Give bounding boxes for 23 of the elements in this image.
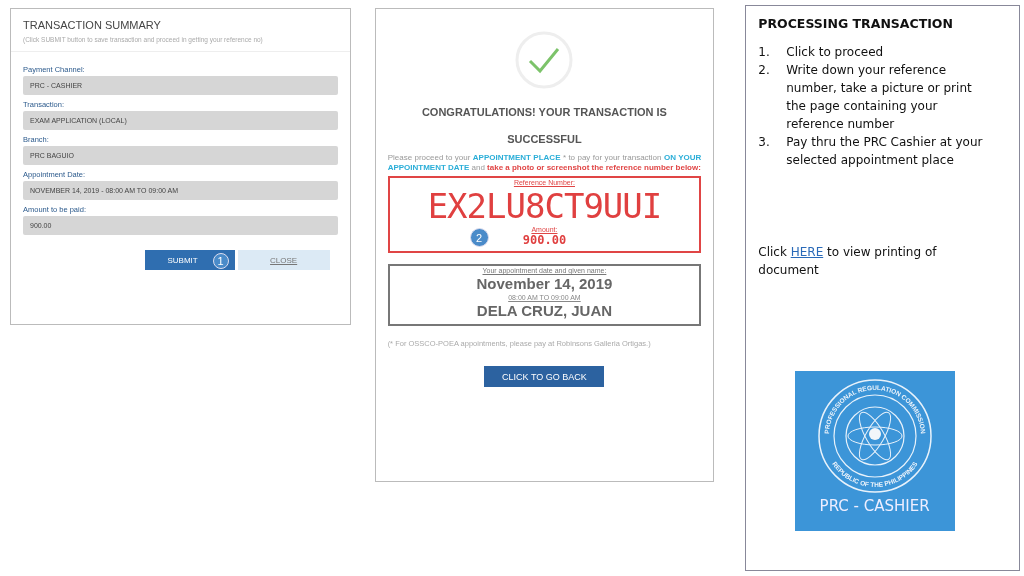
appointment-date: November 14, 2019 — [476, 275, 613, 294]
check-icon — [515, 31, 574, 89]
here-link[interactable]: HERE — [790, 245, 824, 259]
step-number: 2. — [758, 62, 771, 79]
step-badge: 1 — [212, 253, 229, 269]
step-number: 3. — [758, 134, 771, 151]
print-instruction: Click HERE to view printing of document — [758, 244, 938, 279]
success-heading: CONGRATULATIONS! YOUR TRANSACTION IS SUCCESSFUL — [420, 105, 668, 147]
panel-title: TRANSACTION SUMMARY — [23, 19, 162, 31]
reference-number: EX2LU8CT9UUI — [427, 186, 662, 226]
step-text: Pay thru the PRC Cashier at your selected appointment place — [786, 134, 984, 169]
logo-caption: PRC - CASHIER — [819, 497, 930, 515]
instructions-title: PROCESSING TRANSACTION — [758, 16, 954, 31]
submit-button[interactable]: SUBMIT 1 — [144, 250, 235, 270]
step-text: Write down your reference number, take a picture or print the page containing your reference number — [786, 62, 973, 133]
close-button[interactable]: CLOSE — [237, 250, 330, 270]
applicant-name: DELA CRUZ, JUAN — [476, 301, 613, 321]
step-badge: 2 — [469, 228, 489, 247]
go-back-button[interactable]: CLICK TO GO BACK — [484, 366, 605, 387]
amount-value: 900.00 — [522, 233, 567, 247]
step-text: Click to proceed — [786, 44, 884, 61]
instruction-text: Please proceed to your APPOINTMENT PLACE * to pay for your transaction ON YOUR APPOINTMENT DATE and take a photo or screenshot the reference number below: — [387, 153, 702, 173]
step-number: 1. — [758, 44, 771, 61]
